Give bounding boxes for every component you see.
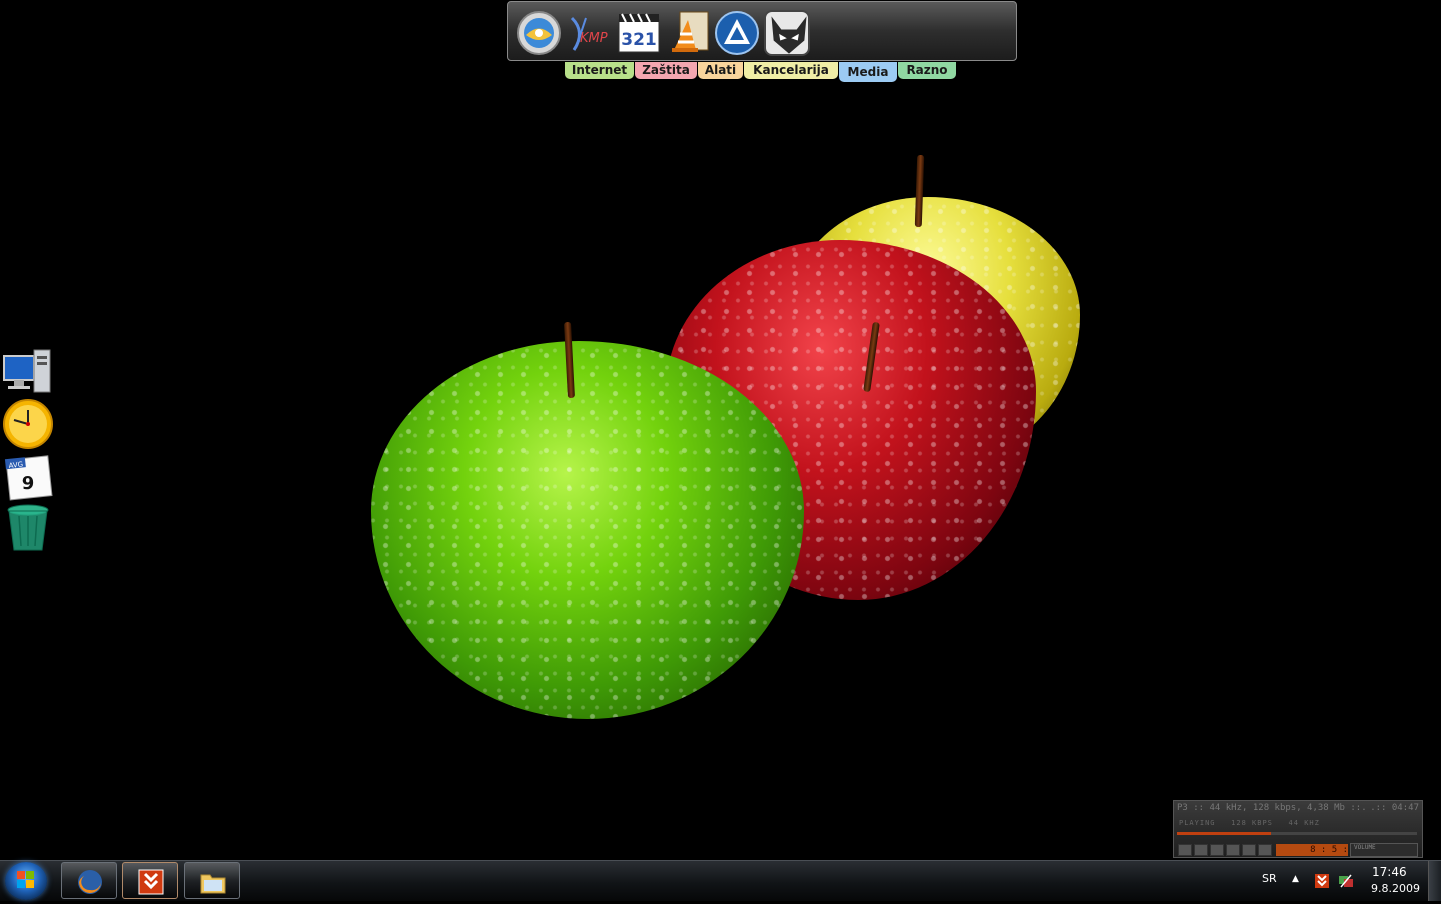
tab-zastita-label: Zaštita [642,63,690,77]
download-arrow-icon [138,869,164,895]
taskbar: SR ▲ 17:46 9.8.2009 [0,860,1441,901]
tab-alati[interactable]: Alati [698,62,743,79]
show-hidden-icons-button[interactable]: ▲ [1292,874,1299,884]
clock-date[interactable]: 9.8.2009 [1371,882,1420,895]
folder-icon [200,874,226,894]
player-track-info: P3 :: 44 kHz, 128 kbps, 4,38 Mb ::. [1177,803,1367,813]
network-status-tray-icon[interactable] [1338,873,1354,889]
firefox-taskbar-button[interactable] [61,862,117,899]
pause-button[interactable] [1210,844,1224,856]
kmp-player-icon[interactable]: KMP [566,10,612,56]
tab-internet[interactable]: Internet [565,62,634,79]
play-button[interactable] [1194,844,1208,856]
player-progress-bar[interactable] [1177,832,1417,835]
explorer-taskbar-button[interactable] [184,862,240,899]
media-center-icon[interactable] [516,10,562,56]
clock-time[interactable]: 17:46 [1372,865,1407,879]
eject-button[interactable] [1258,844,1272,856]
mpc-label: 321 [621,30,657,50]
recycle-bin-icon[interactable] [2,502,54,554]
player-elapsed-time: .:: 04:47 [1370,803,1419,813]
green-apple-image [371,341,804,719]
download-manager-tray-icon[interactable] [1314,873,1330,889]
tab-kancelarija-label: Kancelarija [753,63,829,77]
stop-button[interactable] [1226,844,1240,856]
firefox-icon [78,870,102,894]
calendar-day: 9 [22,473,35,494]
calendar-gadget-icon[interactable]: AVG 9 [2,452,54,504]
kmp-label: KMP [580,31,608,46]
tab-internet-label: Internet [571,63,628,77]
volume-slider[interactable]: VOLUME [1350,843,1418,857]
tab-media[interactable]: Media [839,62,897,82]
media-player-classic-icon[interactable]: 321 [616,10,662,56]
vlc-icon[interactable] [666,10,712,56]
downloader-taskbar-button[interactable] [122,862,178,899]
next-button[interactable] [1242,844,1256,856]
volume-label: VOLUME [1354,844,1376,851]
media-player-widget: P3 :: 44 kHz, 128 kbps, 4,38 Mb ::. .:: … [1173,800,1423,858]
tab-alati-label: Alati [704,63,737,77]
windows-logo-icon [17,871,34,888]
tab-razno-label: Razno [906,63,948,77]
computer-icon[interactable] [2,346,54,398]
language-indicator[interactable]: SR [1262,872,1277,885]
player-bitrate: 128 KBPS [1231,819,1273,827]
foobar-icon[interactable] [764,10,810,56]
previous-button[interactable] [1178,844,1192,856]
clock-gadget-icon[interactable] [2,398,54,450]
launcher-dock: KMP 321 [507,1,1017,61]
player-status: PLAYING [1179,819,1216,827]
player-time-display: 8 : 5 : [1276,844,1348,856]
aimp-icon[interactable] [714,10,760,56]
show-desktop-button[interactable] [1428,861,1441,901]
tab-media-label: Media [847,65,889,79]
tab-kancelarija[interactable]: Kancelarija [744,62,838,79]
tab-zastita[interactable]: Zaštita [635,62,697,79]
calendar-month: AVG [8,460,23,469]
tab-razno[interactable]: Razno [898,62,956,79]
player-samplerate: 44 KHZ [1288,819,1320,827]
start-button[interactable] [5,862,47,900]
